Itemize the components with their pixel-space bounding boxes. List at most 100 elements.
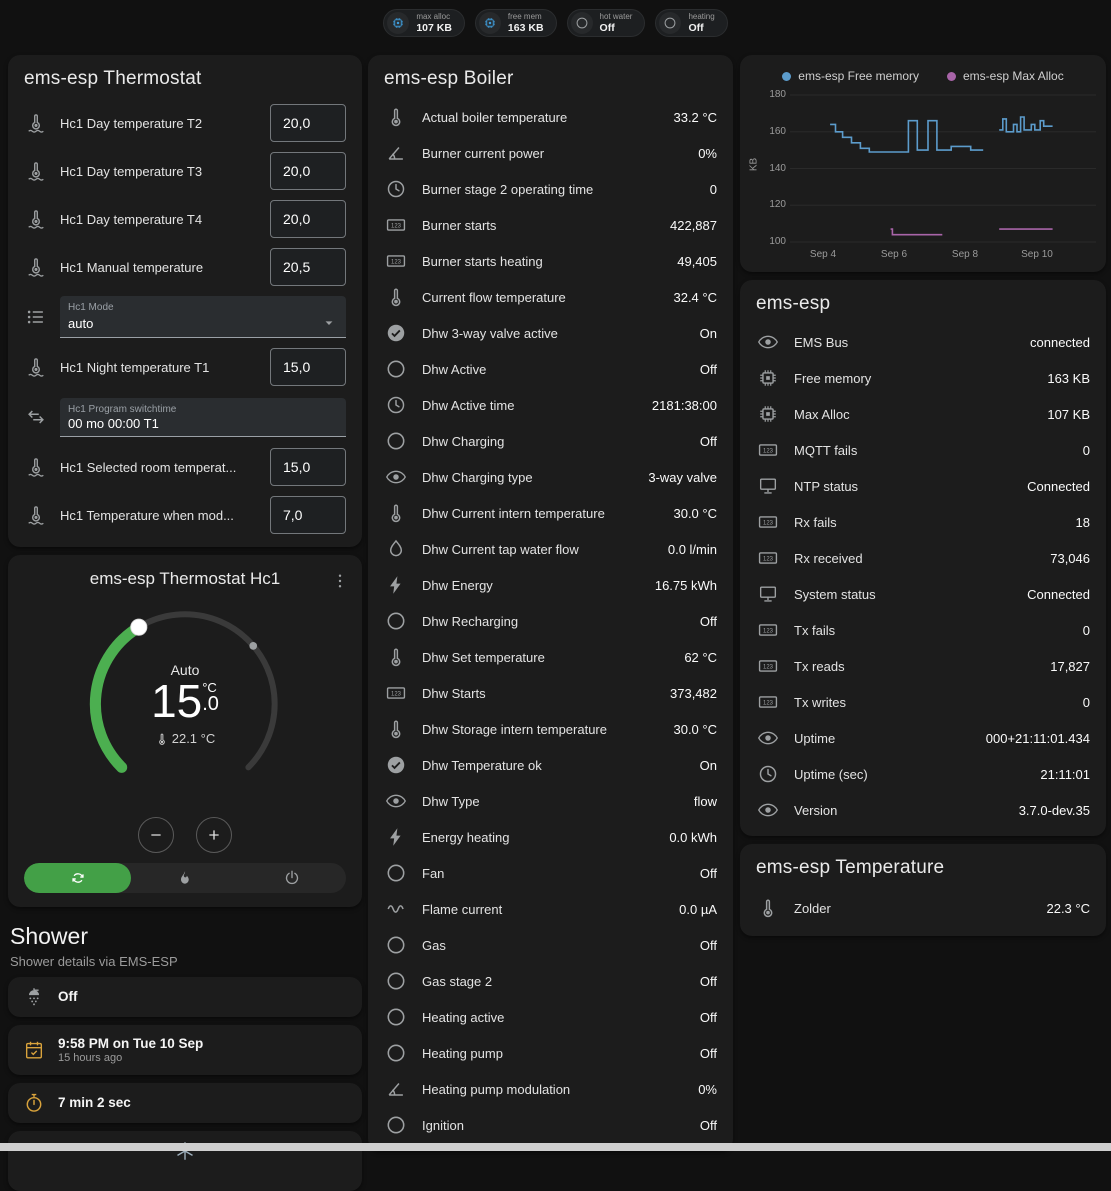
- entity-row[interactable]: Dhw ChargingOff: [368, 423, 733, 459]
- entity-row[interactable]: Hc1 Temperature when mod...7,0: [8, 491, 362, 539]
- thermometer-water-icon: [24, 503, 48, 527]
- x-axis-tick: Sep 10: [1009, 249, 1065, 260]
- entity-row[interactable]: Dhw Energy16.75 kWh: [368, 567, 733, 603]
- section-subheading: Shower details via EMS-ESP: [10, 954, 360, 969]
- temp-increase-button[interactable]: [196, 817, 232, 853]
- entity-row[interactable]: Dhw ActiveOff: [368, 351, 733, 387]
- entity-row[interactable]: Energy heating0.0 kWh: [368, 819, 733, 855]
- entity-row[interactable]: Burner starts heating49,405: [368, 243, 733, 279]
- entity-row[interactable]: Burner stage 2 operating time0: [368, 171, 733, 207]
- entity-row[interactable]: Flame current0.0 µA: [368, 891, 733, 927]
- entity-label: Gas: [422, 938, 686, 953]
- mode-auto-button[interactable]: [24, 863, 131, 893]
- entity-row[interactable]: Burner starts422,887: [368, 207, 733, 243]
- entity-row[interactable]: Hc1 Day temperature T320,0: [8, 147, 362, 195]
- shower-duration-card[interactable]: 7 min 2 sec: [8, 1083, 362, 1123]
- entity-row[interactable]: Dhw 3-way valve activeOn: [368, 315, 733, 351]
- entity-row[interactable]: Dhw Typeflow: [368, 783, 733, 819]
- legend-label: ems-esp Max Alloc: [963, 69, 1064, 83]
- thermostat-dial[interactable]: [74, 593, 296, 815]
- entity-row[interactable]: Hc1 Selected room temperat...15,0: [8, 443, 362, 491]
- mode-heat-button[interactable]: [131, 863, 238, 893]
- entity-row[interactable]: Hc1 Day temperature T420,0: [8, 195, 362, 243]
- entity-row[interactable]: GasOff: [368, 927, 733, 963]
- badge-bar: max alloc107 KB free mem163 KB hot water…: [0, 9, 1111, 37]
- entity-row[interactable]: Rx fails18: [740, 504, 1106, 540]
- entity-row[interactable]: Max Alloc107 KB: [740, 396, 1106, 432]
- badge-free-mem[interactable]: free mem163 KB: [475, 9, 557, 37]
- entity-row[interactable]: Actual boiler temperature33.2 °C: [368, 99, 733, 135]
- entity-row[interactable]: Free memory163 KB: [740, 360, 1106, 396]
- entity-row[interactable]: Heating pumpOff: [368, 1035, 733, 1071]
- mode-select[interactable]: Hc1 Modeauto: [60, 296, 346, 338]
- legend-label: ems-esp Free memory: [798, 69, 919, 83]
- entity-row[interactable]: IgnitionOff: [368, 1107, 733, 1143]
- number-input[interactable]: 20,0: [270, 104, 346, 142]
- entity-row[interactable]: Zolder22.3 °C: [740, 888, 1106, 928]
- mode-off-button[interactable]: [239, 863, 346, 893]
- shower-last-time-card[interactable]: 9:58 PM on Tue 10 Sep15 hours ago: [8, 1025, 362, 1075]
- entity-row[interactable]: NTP statusConnected: [740, 468, 1106, 504]
- entity-row[interactable]: Tx fails0: [740, 612, 1106, 648]
- entity-row[interactable]: Tx writes0: [740, 684, 1106, 720]
- clock-icon: [384, 177, 408, 201]
- entity-row[interactable]: Dhw Current tap water flow0.0 l/min: [368, 531, 733, 567]
- entity-row[interactable]: Current flow temperature32.4 °C: [368, 279, 733, 315]
- entity-row[interactable]: Dhw Current intern temperature30.0 °C: [368, 495, 733, 531]
- list-icon: [24, 305, 48, 329]
- entity-row[interactable]: System statusConnected: [740, 576, 1106, 612]
- entity-row[interactable]: Dhw Active time2181:38:00: [368, 387, 733, 423]
- entity-value: 422,887: [670, 218, 717, 233]
- shower-state-card[interactable]: Off: [8, 977, 362, 1017]
- entity-row[interactable]: Dhw Storage intern temperature30.0 °C: [368, 711, 733, 747]
- number-input[interactable]: 15,0: [270, 348, 346, 386]
- legend-item[interactable]: ems-esp Max Alloc: [947, 69, 1064, 83]
- entity-row[interactable]: Tx reads17,827: [740, 648, 1106, 684]
- climate-partial-card[interactable]: [8, 1131, 362, 1191]
- circle-outline-icon: [384, 1005, 408, 1029]
- eye-icon: [756, 726, 780, 750]
- memory-icon: [387, 12, 409, 34]
- entity-row[interactable]: Rx received73,046: [740, 540, 1106, 576]
- entity-row[interactable]: Hc1 Day temperature T2 20,0: [8, 99, 362, 147]
- entity-row[interactable]: Uptime000+21:11:01.434: [740, 720, 1106, 756]
- number-input[interactable]: 20,0: [270, 200, 346, 238]
- entity-row[interactable]: Hc1 Manual temperature20,5: [8, 243, 362, 291]
- entity-row[interactable]: Version3.7.0-dev.35: [740, 792, 1106, 828]
- entity-row[interactable]: FanOff: [368, 855, 733, 891]
- entity-row[interactable]: Hc1 Night temperature T115,0: [8, 343, 362, 391]
- entity-row[interactable]: Dhw Set temperature62 °C: [368, 639, 733, 675]
- entity-row[interactable]: Heating activeOff: [368, 999, 733, 1035]
- entity-row[interactable]: Dhw RechargingOff: [368, 603, 733, 639]
- entity-row[interactable]: Uptime (sec)21:11:01: [740, 756, 1106, 792]
- number-input[interactable]: 7,0: [270, 496, 346, 534]
- entity-value: On: [700, 326, 717, 341]
- check-circle-icon: [384, 753, 408, 777]
- number-input[interactable]: 20,5: [270, 248, 346, 286]
- horizontal-scrollbar[interactable]: [0, 1143, 1111, 1151]
- entity-row[interactable]: Dhw Temperature okOn: [368, 747, 733, 783]
- badge-max-alloc[interactable]: max alloc107 KB: [383, 9, 465, 37]
- entity-row[interactable]: Heating pump modulation0%: [368, 1071, 733, 1107]
- number-input[interactable]: 15,0: [270, 448, 346, 486]
- temp-decrease-button[interactable]: [138, 817, 174, 853]
- entity-row[interactable]: Gas stage 2Off: [368, 963, 733, 999]
- menu-dots-icon[interactable]: [326, 567, 354, 595]
- entity-label: Actual boiler temperature: [422, 110, 659, 125]
- entity-row[interactable]: EMS Busconnected: [740, 324, 1106, 360]
- entity-row[interactable]: MQTT fails0: [740, 432, 1106, 468]
- entity-value: 0: [1083, 695, 1090, 710]
- badge-hot-water[interactable]: hot waterOff: [567, 9, 646, 37]
- entity-row[interactable]: Dhw Starts373,482: [368, 675, 733, 711]
- entity-row[interactable]: Burner current power0%: [368, 135, 733, 171]
- entity-row[interactable]: Dhw Charging type3-way valve: [368, 459, 733, 495]
- legend-item[interactable]: ems-esp Free memory: [782, 69, 919, 83]
- history-chart: [740, 55, 1106, 272]
- program-switchtime-input[interactable]: Hc1 Program switchtime00 mo 00:00 T1: [60, 398, 346, 437]
- badge-heating[interactable]: heatingOff: [655, 9, 727, 37]
- number-input[interactable]: 20,0: [270, 152, 346, 190]
- entity-label: Zolder: [794, 901, 1032, 916]
- timer-icon: [22, 1091, 46, 1115]
- entity-label: Hc1 Day temperature T2: [60, 116, 258, 131]
- flame-icon: [176, 869, 194, 887]
